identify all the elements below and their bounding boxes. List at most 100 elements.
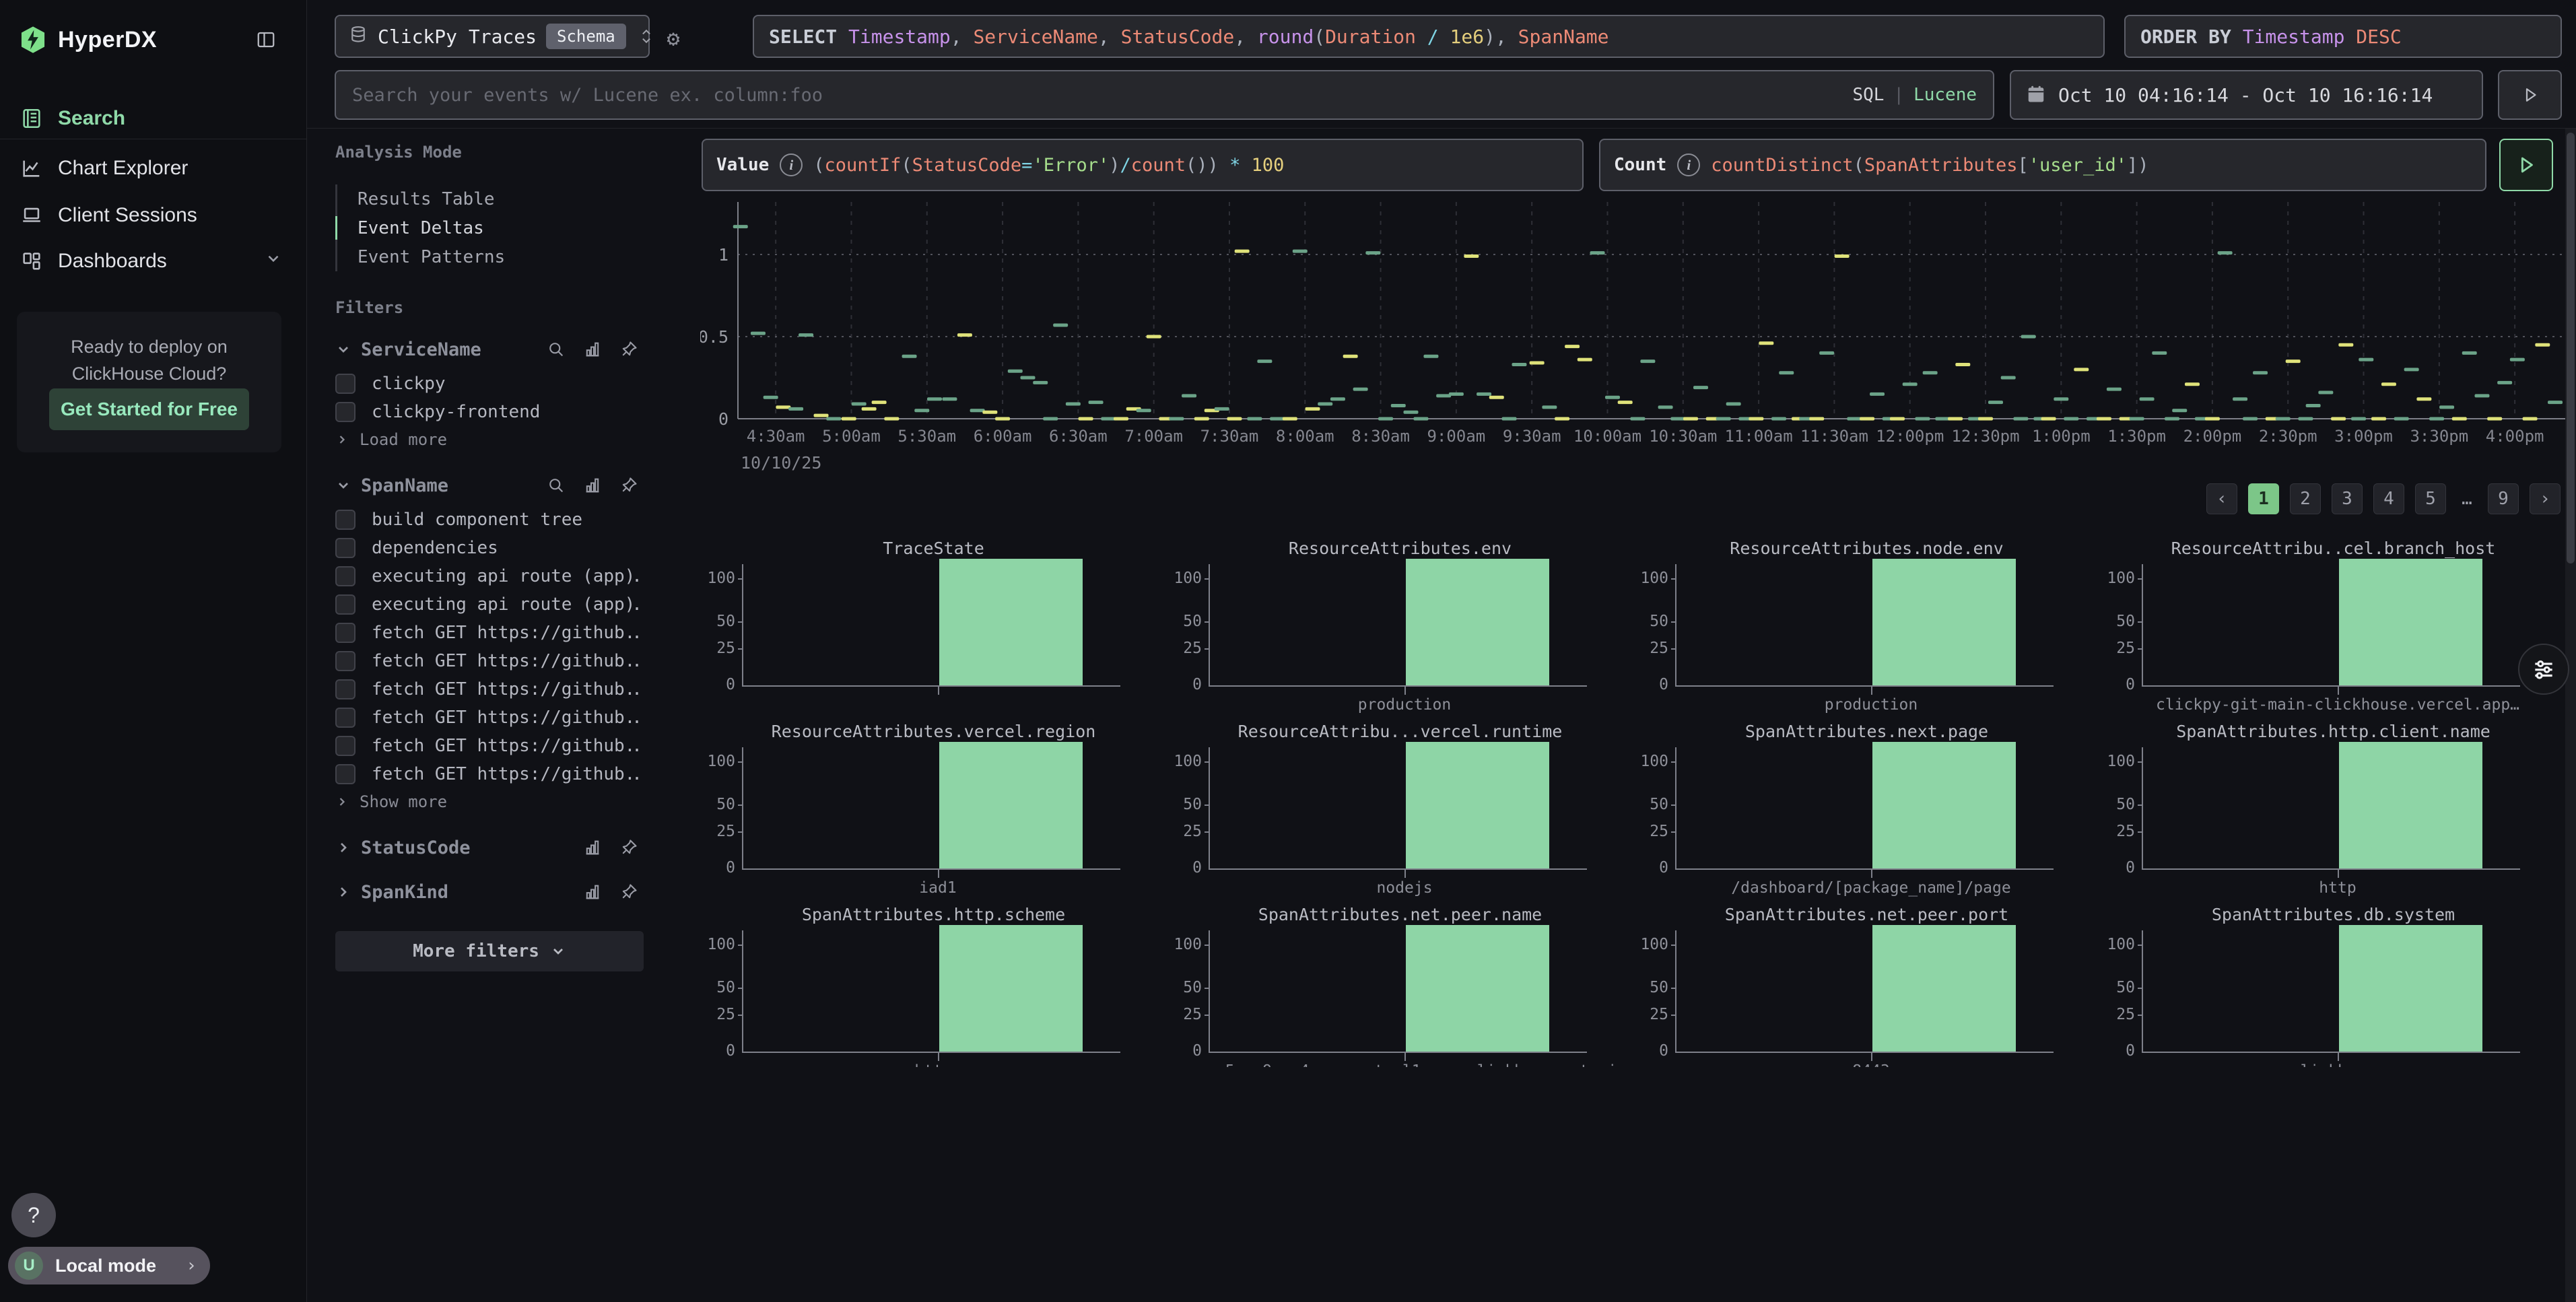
attribute-chart-SpanAttributes.net.peer.port[interactable]: SpanAttributes.net.peer.port100502508443: [1633, 905, 2100, 1067]
search-icon[interactable]: [547, 476, 566, 495]
checkbox[interactable]: [335, 594, 355, 615]
get-started-button[interactable]: Get Started for Free: [49, 388, 249, 430]
attribute-chart-SpanAttributes.http.client.name[interactable]: SpanAttributes.http.client.name10050250h…: [2100, 722, 2567, 899]
sql-select-input[interactable]: SELECT Timestamp, ServiceName, StatusCod…: [753, 15, 2105, 58]
count-expression-input[interactable]: Count i countDistinct(SpanAttributes['us…: [1599, 139, 2486, 191]
chart-icon[interactable]: [583, 883, 602, 901]
attribute-chart-ResourceAttributes.env[interactable]: ResourceAttributes.env10050250production: [1167, 539, 1633, 716]
filter-value-row[interactable]: clickpy-frontend: [335, 398, 638, 426]
filter-value-row[interactable]: fetch GET https://github.…: [335, 704, 638, 732]
attribute-chart-SpanAttributes.http.scheme[interactable]: SpanAttributes.http.scheme10050250https: [700, 905, 1167, 1067]
checkbox[interactable]: [335, 374, 355, 394]
search-icon[interactable]: [547, 340, 566, 359]
pin-icon[interactable]: [619, 838, 638, 857]
bar: [1406, 925, 1549, 1052]
x-tick-label: 4:30am: [747, 427, 805, 446]
x-tick-label: 8:00am: [1276, 427, 1334, 446]
pin-icon[interactable]: [619, 340, 638, 359]
attribute-chart-ResourceAttribu..cel.branch_host[interactable]: ResourceAttribu..cel.branch_host10050250…: [2100, 539, 2567, 716]
page-button-4[interactable]: 4: [2373, 483, 2404, 514]
search-input[interactable]: Search your events w/ Lucene ex. column:…: [335, 70, 1994, 120]
sidebar-item-chart-explorer[interactable]: Chart Explorer: [0, 149, 306, 187]
scrollbar-thumb[interactable]: [2567, 133, 2575, 563]
run-query-button[interactable]: [2498, 70, 2562, 120]
analysis-mode-event-deltas[interactable]: Event Deltas: [337, 213, 638, 242]
checkbox[interactable]: [335, 651, 355, 671]
filter-value-row[interactable]: build component tree: [335, 506, 638, 534]
order-by-input[interactable]: ORDER BY Timestamp DESC: [2124, 15, 2562, 58]
chart-icon[interactable]: [583, 838, 602, 857]
date-range-picker[interactable]: Oct 10 04:16:14 - Oct 10 16:16:14: [2010, 70, 2483, 120]
chart-title: TraceState: [700, 539, 1167, 558]
sidebar-item-search[interactable]: Search: [0, 100, 306, 137]
attribute-chart-SpanAttributes.next.page[interactable]: SpanAttributes.next.page10050250/dashboa…: [1633, 722, 2100, 899]
checkbox[interactable]: [335, 510, 355, 530]
local-mode-menu[interactable]: U Local mode ›: [8, 1247, 210, 1284]
chart-title: SpanAttributes.net.peer.name: [1167, 905, 1633, 924]
scrollbar-track[interactable]: [2565, 129, 2576, 1302]
filter-section-spankind[interactable]: SpanKind: [335, 880, 638, 904]
gear-icon[interactable]: ⚙: [662, 26, 685, 48]
checkbox[interactable]: [335, 764, 355, 784]
checkbox[interactable]: [335, 538, 355, 558]
checkbox[interactable]: [335, 566, 355, 586]
checkbox[interactable]: [335, 708, 355, 728]
analysis-mode-results-table[interactable]: Results Table: [337, 184, 638, 213]
page-button-1[interactable]: 1: [2248, 483, 2279, 514]
source-selector[interactable]: ClickPy Traces Schema: [335, 15, 650, 58]
chart-icon[interactable]: [583, 476, 602, 495]
attribute-chart-SpanAttributes.net.peer.name[interactable]: SpanAttributes.net.peer.name10050250z5nr…: [1167, 905, 1633, 1067]
sidebar-collapse-icon[interactable]: [255, 30, 277, 50]
checkbox[interactable]: [335, 679, 355, 699]
x-tick-label: 1:00pm: [2032, 427, 2091, 446]
next-page-button[interactable]: ›: [2530, 483, 2561, 514]
y-tick-label: 25: [2101, 1006, 2135, 1023]
analysis-mode-event-patterns[interactable]: Event Patterns: [337, 242, 638, 271]
filter-section-servicename[interactable]: ServiceName: [335, 337, 638, 362]
prev-page-button[interactable]: ‹: [2206, 483, 2237, 514]
attribute-chart-ResourceAttributes.node.env[interactable]: ResourceAttributes.node.env10050250produ…: [1633, 539, 2100, 716]
sidebar-item-dashboards[interactable]: Dashboards: [0, 242, 306, 280]
filter-value-row[interactable]: fetch GET https://github.…: [335, 732, 638, 760]
filter-value-row[interactable]: executing api route (app)…: [335, 562, 638, 590]
page-button-5[interactable]: 5: [2415, 483, 2446, 514]
filter-value-row[interactable]: clickpy: [335, 370, 638, 398]
pin-icon[interactable]: [619, 883, 638, 901]
delta-point: [2381, 382, 2396, 386]
show-more-link[interactable]: Show more: [335, 788, 638, 815]
filter-value-row[interactable]: fetch GET https://github.…: [335, 760, 638, 788]
y-tick: [2138, 988, 2143, 989]
filter-value-row[interactable]: fetch GET https://github.…: [335, 619, 638, 647]
chart-icon[interactable]: [583, 340, 602, 359]
sidebar-item-client-sessions[interactable]: Client Sessions: [0, 197, 306, 234]
filter-value-row[interactable]: executing api route (app)…: [335, 590, 638, 619]
more-filters-button[interactable]: More filters: [335, 931, 644, 971]
attribute-chart-ResourceAttributes.vercel.region[interactable]: ResourceAttributes.vercel.region10050250…: [700, 722, 1167, 899]
filter-value-row[interactable]: fetch GET https://github.…: [335, 675, 638, 704]
filter-value-row[interactable]: fetch GET https://github.…: [335, 647, 638, 675]
attribute-chart-TraceState[interactable]: TraceState10050250: [700, 539, 1167, 716]
checkbox[interactable]: [335, 736, 355, 756]
load-more-link[interactable]: Load more: [335, 426, 638, 453]
run-analysis-button[interactable]: [2499, 139, 2553, 191]
page-button-3[interactable]: 3: [2332, 483, 2363, 514]
delta-point: [1043, 417, 1058, 421]
filter-section-statuscode[interactable]: StatusCode: [335, 835, 638, 860]
checkbox[interactable]: [335, 623, 355, 643]
filter-section-spanname[interactable]: SpanName: [335, 473, 638, 498]
mode-sql[interactable]: SQL: [1852, 85, 1884, 105]
attribute-chart-ResourceAttribu...vercel.runtime[interactable]: ResourceAttribu...vercel.runtime10050250…: [1167, 722, 1633, 899]
mode-lucene[interactable]: Lucene: [1913, 85, 1977, 105]
filter-value-row[interactable]: dependencies: [335, 534, 638, 562]
checkbox[interactable]: [335, 402, 355, 422]
pin-icon[interactable]: [619, 476, 638, 495]
chart-settings-fab[interactable]: [2518, 644, 2569, 695]
page-button-9[interactable]: 9: [2488, 483, 2519, 514]
help-button[interactable]: ?: [11, 1193, 56, 1237]
event-deltas-chart[interactable]: 4:30am5:00am5:30am6:00am6:30am7:00am7:30…: [700, 197, 2567, 476]
schema-badge[interactable]: Schema: [546, 24, 626, 49]
attribute-chart-SpanAttributes.db.system[interactable]: SpanAttributes.db.system10050250clickhou…: [2100, 905, 2567, 1067]
logo[interactable]: HyperDX: [19, 26, 157, 54]
page-button-2[interactable]: 2: [2290, 483, 2321, 514]
value-expression-input[interactable]: Value i (countIf(StatusCode='Error')/cou…: [702, 139, 1584, 191]
